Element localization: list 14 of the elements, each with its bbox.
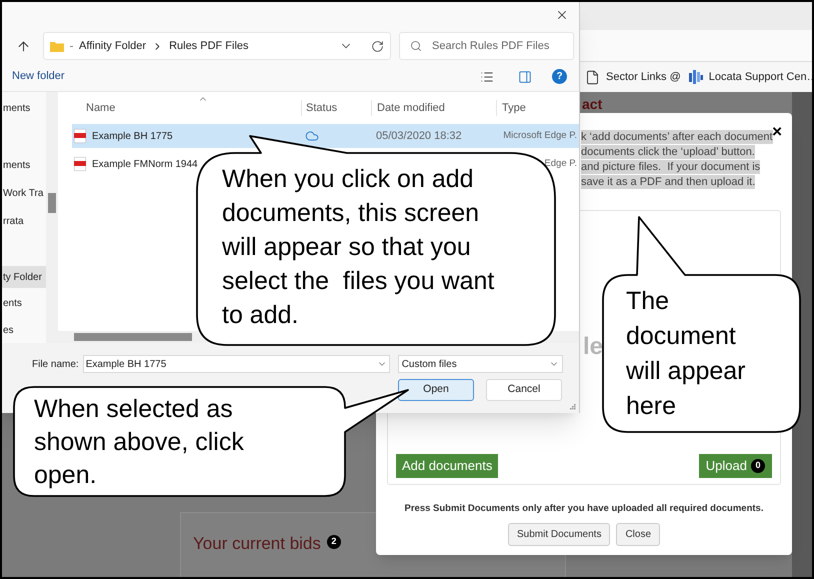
count-badge: 2 <box>326 535 341 549</box>
count-badge: 0 <box>751 459 765 473</box>
file-name-label: File name: <box>32 358 79 372</box>
file-type: Microsoft Edge P. <box>503 128 577 143</box>
callout-text: When you click on add documents, this screen will appear so that you select the files you want to add. <box>222 164 496 331</box>
callout-text: The document will appear here <box>626 286 747 422</box>
file-name: Example FMNorm 1944 <box>92 158 198 172</box>
file-type: Edge P. <box>544 156 577 171</box>
file-name: Example BH 1775 <box>92 130 173 144</box>
submit-note: Press Submit Documents only after you have uploaded all required documents. <box>404 502 764 516</box>
card-title: Your current bids <box>193 533 321 555</box>
callout-text: When selected as shown above, click open. <box>34 394 245 491</box>
page-heading: act <box>582 97 602 111</box>
date-modified: 05/03/2020 18:32 <box>376 130 462 142</box>
